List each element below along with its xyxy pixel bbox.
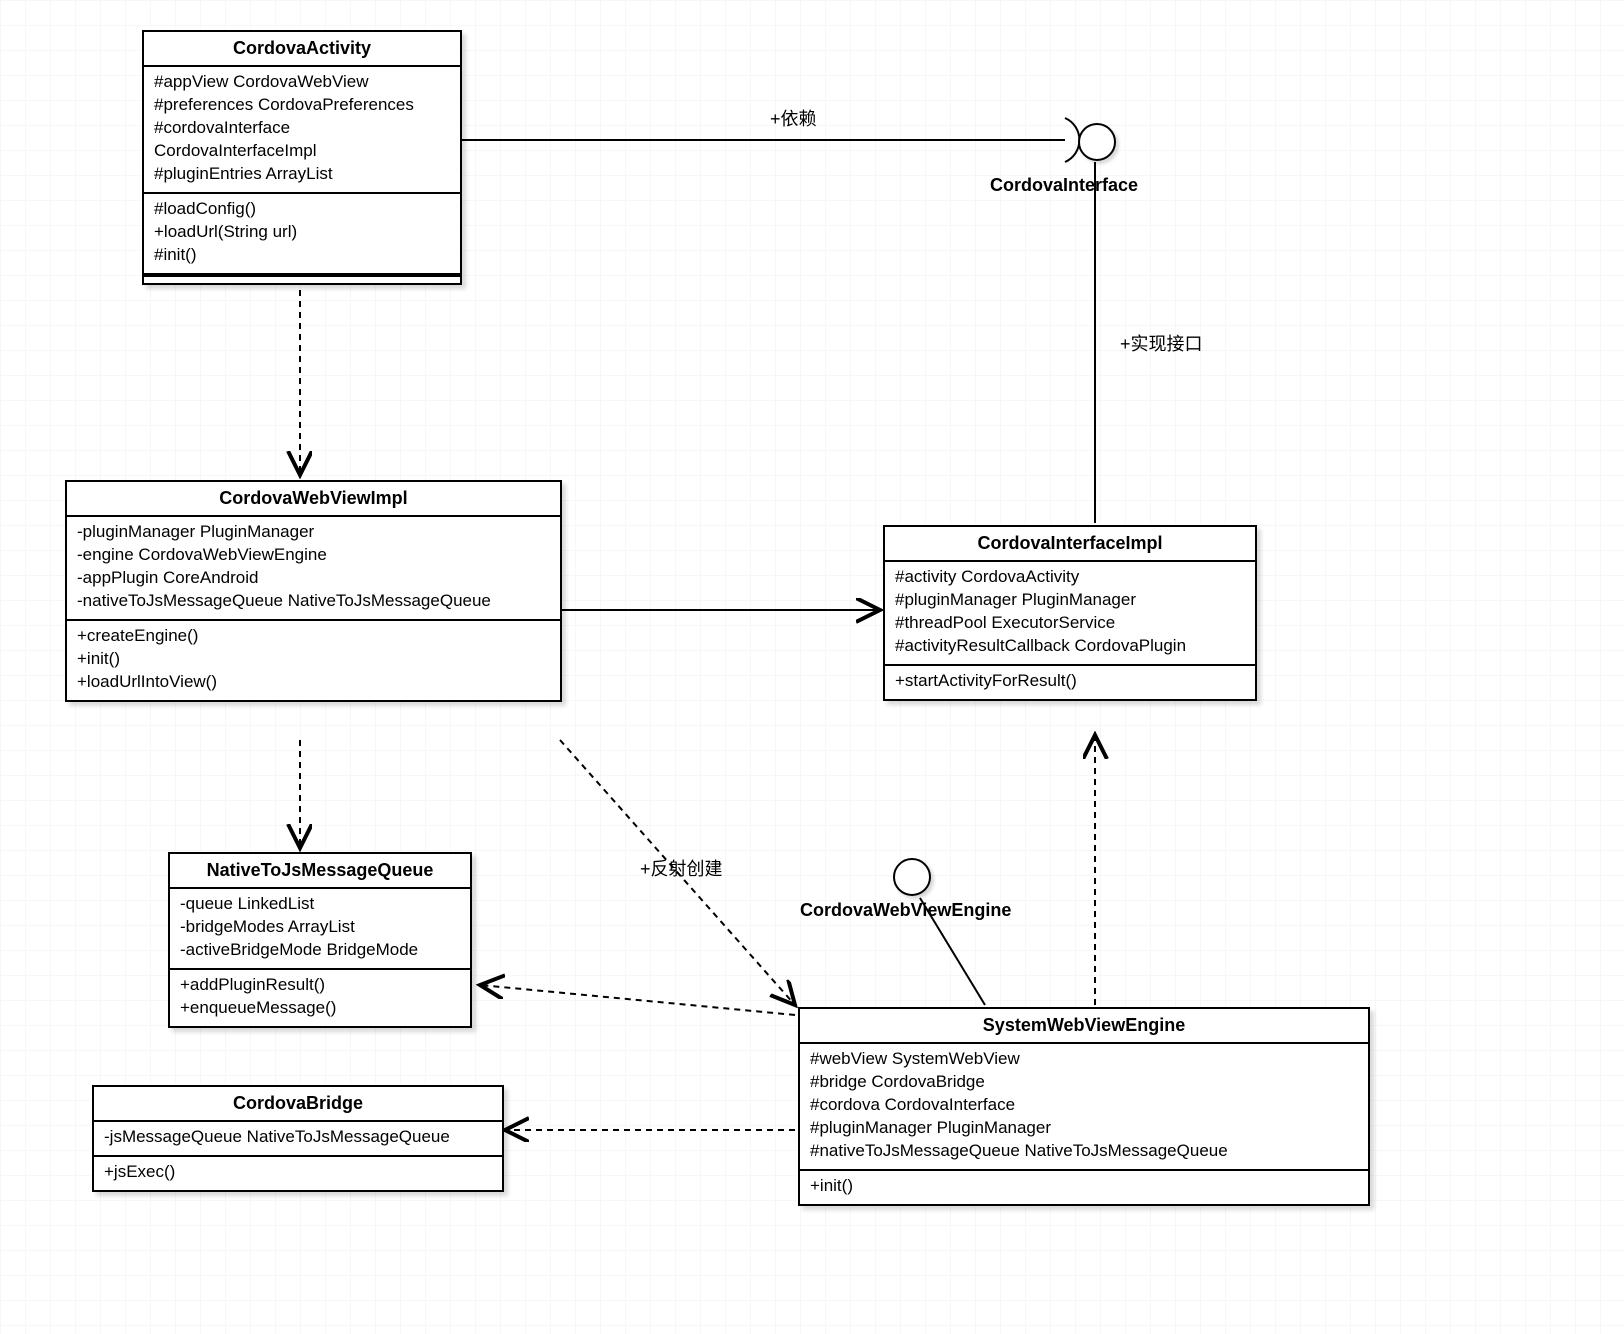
class-cordovainterfaceimpl: CordovaInterfaceImpl #activity CordovaAc… [883,525,1257,701]
attr: #cordovaInterface CordovaInterfaceImpl [154,117,450,163]
operations: #loadConfig() +loadUrl(String url) #init… [144,194,460,275]
operations: +addPluginResult() +enqueueMessage() [170,970,470,1026]
attr: #pluginManager PluginManager [810,1117,1358,1140]
attr: -appPlugin CoreAndroid [77,567,550,590]
attributes: #appView CordovaWebView #preferences Cor… [144,67,460,194]
class-title: CordovaBridge [94,1087,502,1122]
class-title: CordovaWebViewImpl [67,482,560,517]
attr: #pluginEntries ArrayList [154,163,450,186]
interface-label-cordovawebviewengine: CordovaWebViewEngine [800,900,1011,921]
label-realize: +实现接口 [1120,330,1203,356]
operations: +createEngine() +init() +loadUrlIntoView… [67,621,560,700]
class-cordovabridge: CordovaBridge -jsMessageQueue NativeToJs… [92,1085,504,1192]
class-title: NativeToJsMessageQueue [170,854,470,889]
class-title: CordovaActivity [144,32,460,67]
op: #loadConfig() [154,198,450,221]
class-nativetojsmessagequeue: NativeToJsMessageQueue -queue LinkedList… [168,852,472,1028]
attr: -activeBridgeMode BridgeMode [180,939,460,962]
label-depends: +依赖 [770,105,817,131]
attr: -jsMessageQueue NativeToJsMessageQueue [104,1126,492,1149]
attr: -engine CordovaWebViewEngine [77,544,550,567]
attr: -queue LinkedList [180,893,460,916]
interface-ball-cordovainterface [1078,123,1116,161]
class-title: CordovaInterfaceImpl [885,527,1255,562]
attr: #pluginManager PluginManager [895,589,1245,612]
class-title: SystemWebViewEngine [800,1009,1368,1044]
label-reflect-create: +反射创建 [640,855,723,881]
attr: -pluginManager PluginManager [77,521,550,544]
class-systemwebviewengine: SystemWebViewEngine #webView SystemWebVi… [798,1007,1370,1206]
attributes: #activity CordovaActivity #pluginManager… [885,562,1255,666]
op: +startActivityForResult() [895,670,1245,693]
class-cordovaactivity: CordovaActivity #appView CordovaWebView … [142,30,462,285]
interface-label-cordovainterface: CordovaInterface [990,175,1138,196]
op: +enqueueMessage() [180,997,460,1020]
attr: #threadPool ExecutorService [895,612,1245,635]
op: +init() [810,1175,1358,1198]
attr: #webView SystemWebView [810,1048,1358,1071]
operations: +init() [800,1171,1368,1204]
op: +jsExec() [104,1161,492,1184]
attributes: -jsMessageQueue NativeToJsMessageQueue [94,1122,502,1157]
op: +loadUrlIntoView() [77,671,550,694]
attr: -nativeToJsMessageQueue NativeToJsMessag… [77,590,550,613]
attributes: -queue LinkedList -bridgeModes ArrayList… [170,889,470,970]
op: #init() [154,244,450,267]
class-cordovawebviewimpl: CordovaWebViewImpl -pluginManager Plugin… [65,480,562,702]
operations: +jsExec() [94,1157,502,1190]
attr: #nativeToJsMessageQueue NativeToJsMessag… [810,1140,1358,1163]
attributes: -pluginManager PluginManager -engine Cor… [67,517,560,621]
op: +addPluginResult() [180,974,460,997]
op: +loadUrl(String url) [154,221,450,244]
attr: #appView CordovaWebView [154,71,450,94]
op: +createEngine() [77,625,550,648]
attr: #bridge CordovaBridge [810,1071,1358,1094]
attr: #cordova CordovaInterface [810,1094,1358,1117]
attr: #preferences CordovaPreferences [154,94,450,117]
attr: #activity CordovaActivity [895,566,1245,589]
op: +init() [77,648,550,671]
attr: #activityResultCallback CordovaPlugin [895,635,1245,658]
attributes: #webView SystemWebView #bridge CordovaBr… [800,1044,1368,1171]
attr: -bridgeModes ArrayList [180,916,460,939]
operations: +startActivityForResult() [885,666,1255,699]
interface-ball-cordovawebviewengine [893,858,931,896]
